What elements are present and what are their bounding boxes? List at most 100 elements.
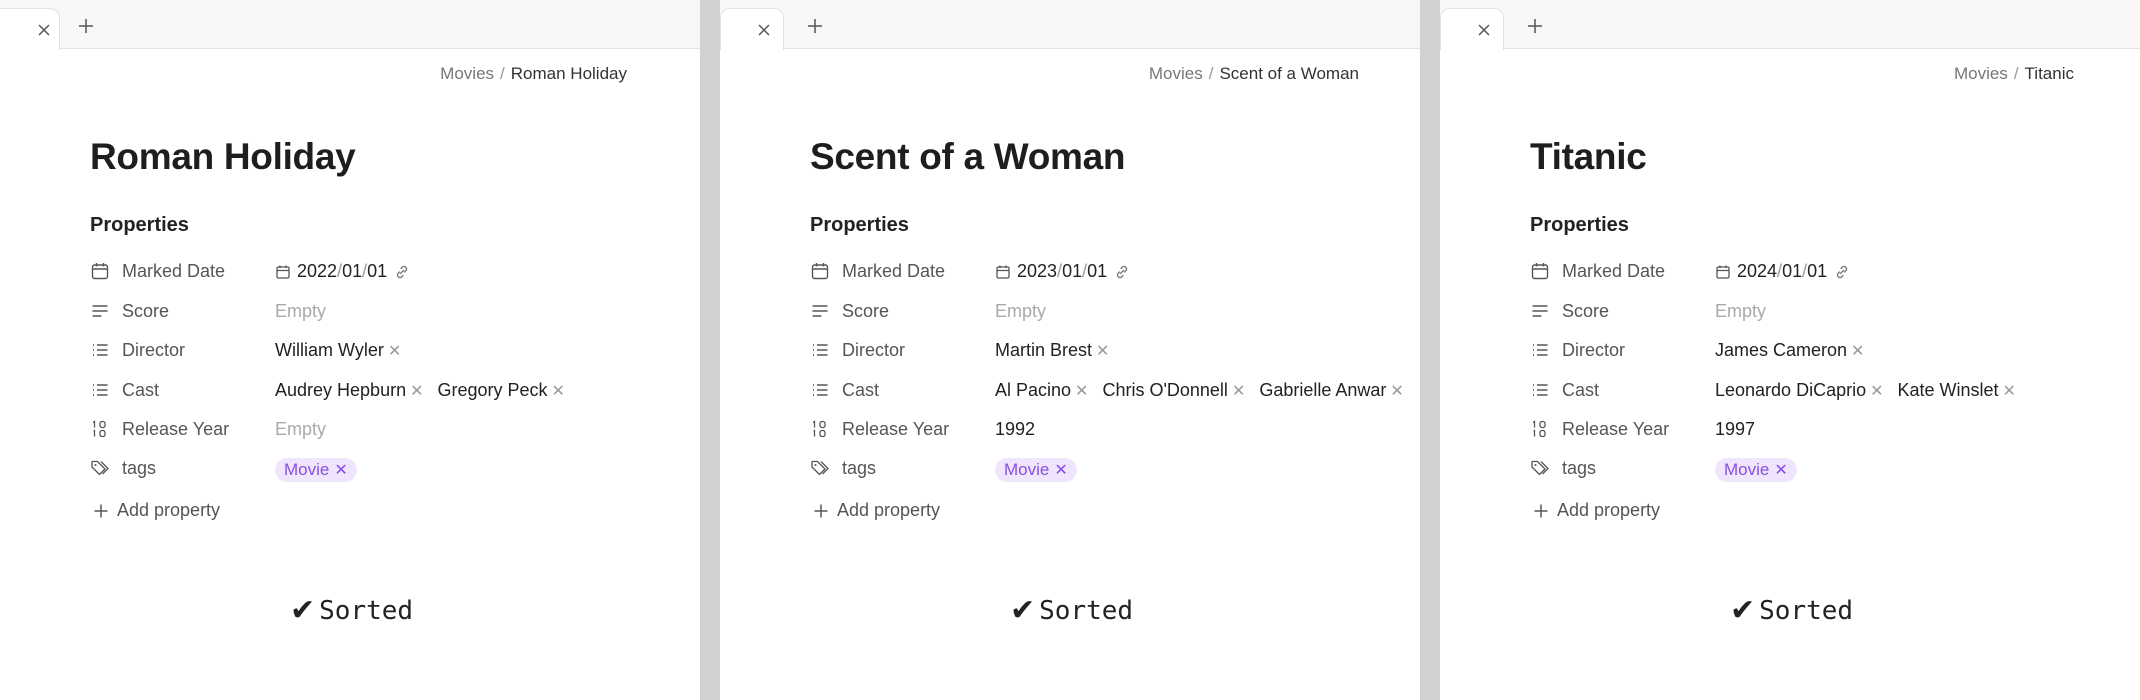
property-value[interactable]: 2022/01/01 (275, 261, 411, 282)
property-value[interactable]: Leonardo DiCaprio ✕ Kate Winslet ✕ (1715, 380, 2030, 401)
property-value[interactable]: Movie ✕ (275, 458, 357, 482)
remove-value-button[interactable]: ✕ (388, 341, 401, 361)
page-title[interactable]: Scent of a Woman (810, 136, 1126, 178)
tab-active[interactable] (0, 8, 60, 50)
calendar-small-icon (276, 265, 290, 279)
remove-value-button[interactable]: ✕ (1096, 341, 1109, 361)
tab-active[interactable] (720, 8, 784, 50)
breadcrumb-current[interactable]: Scent of a Woman (1219, 64, 1359, 83)
remove-value-button[interactable]: ✕ (1390, 381, 1403, 401)
remove-value-button[interactable]: ✕ (410, 381, 423, 401)
plus-icon (1534, 504, 1548, 517)
date-month: 01 (1062, 261, 1083, 281)
property-tags[interactable]: tags Movie ✕ (90, 453, 690, 483)
date-month: 01 (342, 261, 363, 281)
close-icon[interactable] (36, 22, 52, 38)
page-title[interactable]: Titanic (1530, 136, 1647, 178)
close-icon[interactable] (756, 22, 772, 38)
list-value: William Wyler (275, 340, 384, 360)
tab-bar (0, 0, 700, 50)
property-value[interactable]: Martin Brest ✕ (995, 340, 1123, 361)
breadcrumb-current[interactable]: Titanic (2025, 64, 2074, 83)
tab-bar (1440, 0, 2140, 50)
property-tags[interactable]: tags Movie ✕ (1530, 453, 2130, 483)
add-property-label: Add property (117, 500, 221, 520)
breadcrumb: Movies / Roman Holiday (440, 64, 627, 84)
property-label: Cast (1562, 380, 1600, 400)
property-value[interactable]: 2023/01/01 (995, 261, 1131, 282)
property-value[interactable]: Al Pacino ✕ Chris O'Donnell ✕ Gabrielle An… (995, 380, 1418, 401)
link-icon[interactable] (1833, 263, 1851, 281)
remove-tag-button[interactable]: ✕ (334, 460, 347, 480)
plus-icon (94, 504, 108, 517)
remove-value-button[interactable]: ✕ (1851, 341, 1864, 361)
page-title[interactable]: Roman Holiday (90, 136, 356, 178)
property-label: Director (1562, 340, 1626, 360)
calendar-icon (1531, 263, 1549, 280)
property-value[interactable]: Empty (995, 301, 1046, 322)
link-icon[interactable] (393, 263, 411, 281)
property-label: Director (842, 340, 906, 360)
property-cast[interactable]: Cast Audrey Hepburn ✕ Gregory Peck ✕ (90, 375, 690, 405)
property-value[interactable]: Empty (275, 301, 326, 322)
property-release-year[interactable]: Release Year 1997 (1530, 414, 2130, 444)
plus-icon[interactable] (1526, 17, 1544, 35)
property-score[interactable]: Score Empty (90, 296, 690, 326)
property-value[interactable]: Empty (275, 419, 326, 440)
sorted-label: Sorted (1759, 595, 1854, 626)
property-value[interactable]: 1997 (1715, 419, 1755, 440)
tag-icon (811, 460, 829, 476)
property-label: Cast (122, 380, 160, 400)
link-icon[interactable] (1113, 263, 1131, 281)
property-value[interactable]: Movie ✕ (995, 458, 1077, 482)
tag-pill[interactable]: Movie ✕ (1715, 458, 1797, 482)
add-property-button[interactable]: Add property (1533, 500, 1660, 521)
tab-active[interactable] (1440, 8, 1504, 50)
plus-icon (814, 504, 828, 517)
property-score[interactable]: Score Empty (810, 296, 1410, 326)
property-value[interactable]: Empty (1715, 301, 1766, 322)
breadcrumb-root[interactable]: Movies (1954, 64, 2008, 83)
tag-pill[interactable]: Movie ✕ (275, 458, 357, 482)
property-marked-date[interactable]: Marked Date 2023/01/01 (810, 256, 1410, 286)
property-marked-date[interactable]: Marked Date 2024/01/01 (1530, 256, 2130, 286)
remove-value-button[interactable]: ✕ (1075, 381, 1088, 401)
remove-value-button[interactable]: ✕ (1232, 381, 1245, 401)
calendar-icon (91, 263, 109, 280)
property-score[interactable]: Score Empty (1530, 296, 2130, 326)
property-cast[interactable]: Cast Al Pacino ✕ Chris O'Donnell ✕ Gabriel… (810, 375, 1410, 405)
empty-placeholder: Empty (995, 301, 1047, 321)
property-label: Release Year (842, 419, 950, 439)
remove-tag-button[interactable]: ✕ (1054, 460, 1067, 480)
property-value[interactable]: William Wyler ✕ (275, 340, 415, 361)
property-marked-date[interactable]: Marked Date 2022/01/01 (90, 256, 690, 286)
checkmark-icon: ✔ (1730, 593, 1756, 628)
add-property-label: Add property (837, 500, 941, 520)
plus-icon[interactable] (77, 17, 95, 35)
property-value[interactable]: 1992 (995, 419, 1035, 440)
property-value[interactable]: Movie ✕ (1715, 458, 1797, 482)
add-property-button[interactable]: Add property (93, 500, 220, 521)
remove-value-button[interactable]: ✕ (2003, 381, 2016, 401)
remove-value-button[interactable]: ✕ (552, 381, 565, 401)
remove-tag-button[interactable]: ✕ (1774, 460, 1787, 480)
property-director[interactable]: Director William Wyler ✕ (90, 335, 690, 365)
plus-icon[interactable] (806, 17, 824, 35)
property-director[interactable]: Director James Cameron ✕ (1530, 335, 2130, 365)
property-value[interactable]: Audrey Hepburn ✕ Gregory Peck ✕ (275, 380, 579, 401)
remove-value-button[interactable]: ✕ (1870, 381, 1883, 401)
list-value: Al Pacino (995, 380, 1072, 400)
breadcrumb-root[interactable]: Movies (440, 64, 494, 83)
close-icon[interactable] (1476, 22, 1492, 38)
breadcrumb-current[interactable]: Roman Holiday (511, 64, 627, 83)
property-value[interactable]: James Cameron ✕ (1715, 340, 1878, 361)
property-director[interactable]: Director Martin Brest ✕ (810, 335, 1410, 365)
tag-pill[interactable]: Movie ✕ (995, 458, 1077, 482)
property-release-year[interactable]: Release Year 1992 (810, 414, 1410, 444)
property-release-year[interactable]: Release Year Empty (90, 414, 690, 444)
property-cast[interactable]: Cast Leonardo DiCaprio ✕ Kate Winslet ✕ (1530, 375, 2130, 405)
property-tags[interactable]: tags Movie ✕ (810, 453, 1410, 483)
breadcrumb-root[interactable]: Movies (1149, 64, 1203, 83)
add-property-button[interactable]: Add property (813, 500, 940, 521)
property-value[interactable]: 2024/01/01 (1715, 261, 1851, 282)
